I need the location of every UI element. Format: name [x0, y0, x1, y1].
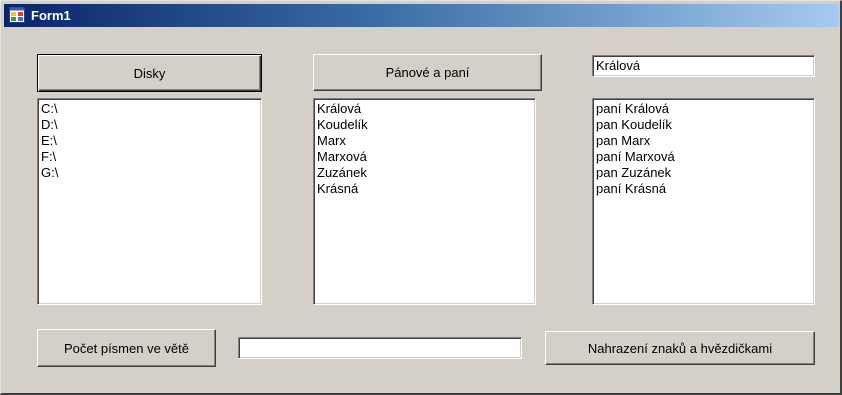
- list-item[interactable]: Marxová: [317, 149, 532, 165]
- letter-count-button[interactable]: Počet písmen ve větě: [37, 329, 216, 367]
- title-bar[interactable]: Form1: [4, 4, 839, 27]
- list-item[interactable]: pan Koudelík: [596, 117, 811, 133]
- disks-button[interactable]: Disky: [37, 54, 262, 92]
- list-item[interactable]: G:\: [41, 165, 258, 181]
- list-item[interactable]: C:\: [41, 101, 258, 117]
- list-item[interactable]: paní Králová: [596, 101, 811, 117]
- replace-stars-button[interactable]: Nahrazení znaků a hvězdičkami: [545, 331, 815, 365]
- list-item[interactable]: Marx: [317, 133, 532, 149]
- list-item[interactable]: pan Zuzánek: [596, 165, 811, 181]
- list-item[interactable]: paní Marxová: [596, 149, 811, 165]
- surnames-listbox[interactable]: Králová Koudelík Marx Marxová Zuzánek Kr…: [313, 98, 536, 305]
- list-item[interactable]: Zuzánek: [317, 165, 532, 181]
- list-item[interactable]: paní Krásná: [596, 181, 811, 197]
- name-textbox[interactable]: Králová: [592, 55, 815, 77]
- form-client-area: Disky Pánové a paní Králová C:\ D:\ E:\ …: [4, 27, 839, 391]
- lords-ladies-button[interactable]: Pánové a paní: [313, 54, 542, 91]
- sentence-textbox[interactable]: [238, 337, 522, 359]
- titled-names-listbox[interactable]: paní Králová pan Koudelík pan Marx paní …: [592, 98, 815, 305]
- list-item[interactable]: Krásná: [317, 181, 532, 197]
- list-item[interactable]: Králová: [317, 101, 532, 117]
- list-item[interactable]: E:\: [41, 133, 258, 149]
- form-window: Form1 Disky Pánové a paní Králová C:\ D:…: [0, 0, 842, 395]
- list-item[interactable]: F:\: [41, 149, 258, 165]
- list-item[interactable]: D:\: [41, 117, 258, 133]
- list-item[interactable]: pan Marx: [596, 133, 811, 149]
- window-title: Form1: [31, 8, 71, 23]
- form-window-icon: [9, 7, 25, 23]
- drives-listbox[interactable]: C:\ D:\ E:\ F:\ G:\: [37, 98, 262, 305]
- list-item[interactable]: Koudelík: [317, 117, 532, 133]
